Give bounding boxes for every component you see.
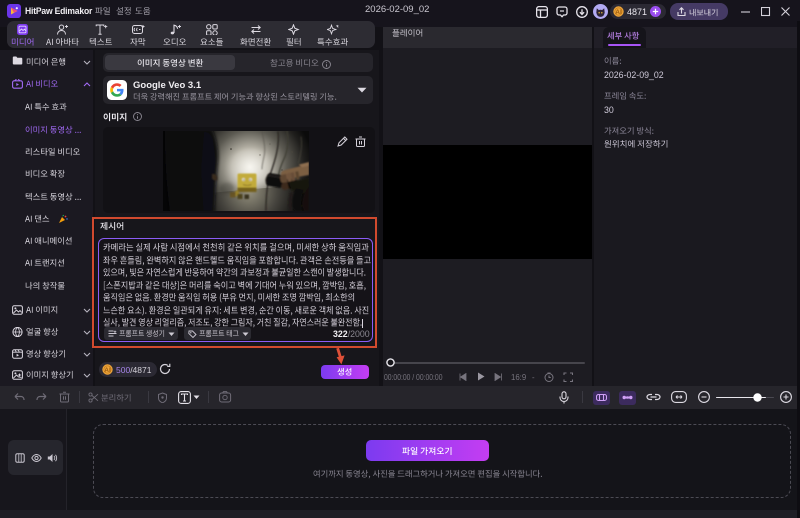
svg-text:AI: AI — [104, 367, 111, 374]
svg-text:AI: AI — [615, 9, 622, 16]
